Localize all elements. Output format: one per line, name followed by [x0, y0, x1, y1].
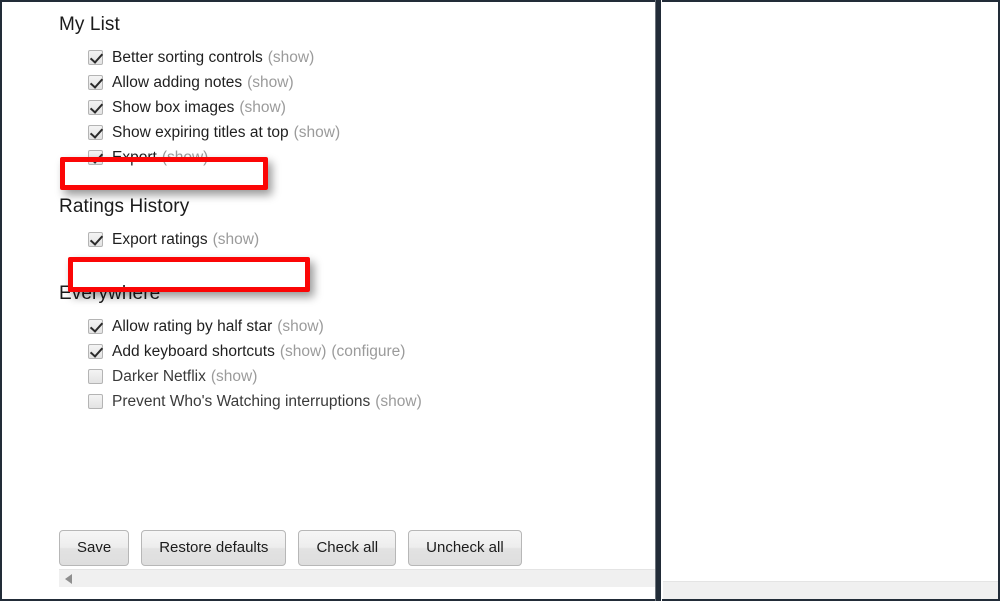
option-row-better-sorting-controls[interactable]: Better sorting controls (show) — [88, 45, 655, 70]
option-label: Show box images — [112, 98, 235, 116]
show-link[interactable]: (show) — [162, 149, 209, 167]
options-pane: My List Better sorting controls (show) A… — [2, 2, 655, 599]
option-row-darker-netflix[interactable]: Darker Netflix (show) — [88, 364, 655, 389]
show-link[interactable]: (show) — [277, 318, 324, 336]
show-link[interactable]: (show) — [247, 74, 294, 92]
option-row-allow-adding-notes[interactable]: Allow adding notes (show) — [88, 70, 655, 95]
checkbox-show-box-images[interactable] — [88, 100, 103, 115]
checkbox-darker-netflix[interactable] — [88, 369, 103, 384]
option-label: Allow adding notes — [112, 73, 243, 91]
horizontal-scrollbar[interactable] — [59, 569, 655, 587]
option-list-my-list: Better sorting controls (show) Allow add… — [59, 45, 655, 170]
option-label: Show expiring titles at top — [112, 123, 289, 141]
option-label: Prevent Who's Watching interruptions — [112, 392, 371, 410]
show-link[interactable]: (show) — [294, 124, 341, 142]
option-row-show-expiring-titles-at-top[interactable]: Show expiring titles at top (show) — [88, 120, 655, 145]
section-title-my-list: My List — [59, 14, 120, 35]
option-label: Darker Netflix — [112, 367, 206, 385]
show-link[interactable]: (show) — [375, 393, 422, 411]
option-row-show-box-images[interactable]: Show box images (show) — [88, 95, 655, 120]
option-list-ratings-history: Export ratings (show) — [59, 227, 655, 252]
option-label: Export ratings — [112, 230, 208, 248]
right-pane — [663, 2, 998, 599]
checkbox-add-keyboard-shortcuts[interactable] — [88, 344, 103, 359]
option-label: Add keyboard shortcuts — [112, 342, 275, 360]
restore-defaults-button[interactable]: Restore defaults — [141, 530, 287, 566]
show-link[interactable]: (show) — [280, 343, 327, 361]
save-button[interactable]: Save — [59, 530, 130, 566]
screenshot-root: My List Better sorting controls (show) A… — [0, 0, 1000, 601]
checkbox-prevent-whos-watching-interruptions[interactable] — [88, 394, 103, 409]
checkbox-allow-rating-by-half-star[interactable] — [88, 319, 103, 334]
show-link[interactable]: (show) — [211, 368, 258, 386]
show-link[interactable]: (show) — [213, 231, 260, 249]
section-title-ratings-history: Ratings History — [59, 196, 190, 217]
option-row-prevent-whos-watching-interruptions[interactable]: Prevent Who's Watching interruptions (sh… — [88, 389, 655, 414]
checkbox-export-ratings[interactable] — [88, 232, 103, 247]
checkbox-better-sorting-controls[interactable] — [88, 50, 103, 65]
options-content: My List Better sorting controls (show) A… — [2, 2, 655, 414]
option-label: Export — [112, 148, 157, 166]
check-all-button[interactable]: Check all — [298, 530, 397, 566]
uncheck-all-button[interactable]: Uncheck all — [408, 530, 522, 566]
option-list-everywhere: Allow rating by half star (show) Add key… — [59, 314, 655, 414]
section-title-everywhere: Everywhere — [59, 283, 161, 304]
pane-divider[interactable] — [655, 0, 662, 601]
right-pane-scrollbar[interactable] — [663, 581, 998, 599]
action-button-row: Save Restore defaults Check all Uncheck … — [59, 530, 522, 566]
show-link[interactable]: (show) — [239, 99, 286, 117]
option-label: Allow rating by half star — [112, 317, 273, 335]
checkbox-show-expiring-titles-at-top[interactable] — [88, 125, 103, 140]
checkbox-export[interactable] — [88, 150, 103, 165]
triangle-left-icon[interactable] — [65, 574, 72, 584]
configure-link[interactable]: (configure) — [331, 343, 405, 361]
option-row-allow-rating-by-half-star[interactable]: Allow rating by half star (show) — [88, 314, 655, 339]
option-row-export-ratings[interactable]: Export ratings (show) — [88, 227, 655, 252]
checkbox-allow-adding-notes[interactable] — [88, 75, 103, 90]
option-label: Better sorting controls — [112, 48, 263, 66]
option-row-add-keyboard-shortcuts[interactable]: Add keyboard shortcuts (show) (configure… — [88, 339, 655, 364]
option-row-export[interactable]: Export (show) — [88, 145, 655, 170]
show-link[interactable]: (show) — [268, 49, 315, 67]
